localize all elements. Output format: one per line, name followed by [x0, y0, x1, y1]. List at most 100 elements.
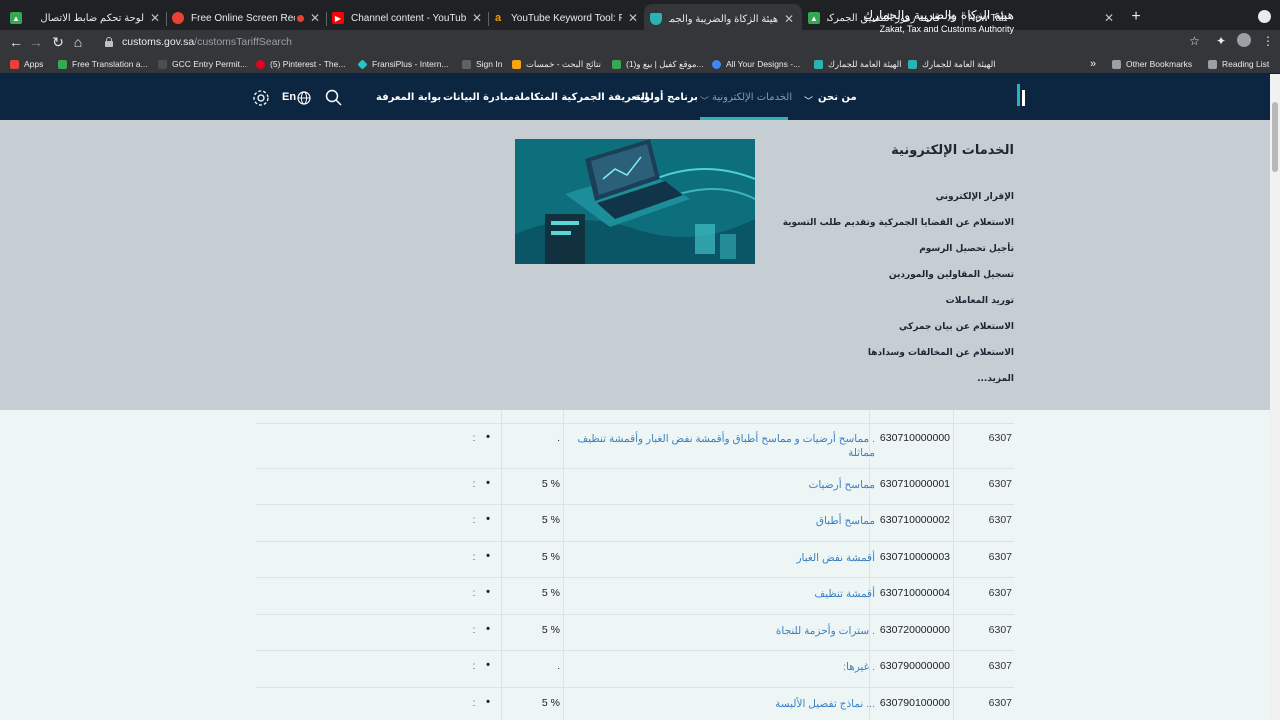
- tab-2[interactable]: Free Online Screen Record... ✕: [172, 6, 322, 30]
- hs-code-cell: 630710000003: [879, 551, 950, 563]
- bookmark-item[interactable]: Sign In: [462, 57, 502, 71]
- mega-link-contractor-registration[interactable]: تسجيل المقاولين والموردين: [889, 270, 1014, 280]
- url-path: /customsTariffSearch: [194, 36, 293, 48]
- bookmark-item[interactable]: الهيئة العامة للجمارك: [814, 57, 902, 71]
- close-tab-icon[interactable]: ✕: [626, 11, 640, 25]
- bookmark-label: نتائج البحث - خمسات: [526, 58, 601, 69]
- bookmark-item[interactable]: الهيئة العامة للجمارك: [908, 57, 996, 71]
- procedures-cell: :: [472, 624, 476, 636]
- mega-link-transactions[interactable]: توريد المعاملات: [946, 296, 1014, 306]
- mega-link-violations[interactable]: الاستعلام عن المخالفات وسدادها: [868, 348, 1014, 358]
- bullet-marker: •: [486, 659, 490, 671]
- bookmark-label: Reading List: [1222, 59, 1270, 69]
- close-tab-icon[interactable]: ✕: [782, 12, 796, 26]
- mega-link-declaration-inquiry[interactable]: الاستعلام عن بيان جمركي: [899, 322, 1014, 332]
- row-divider: [256, 650, 1014, 651]
- profile-icon[interactable]: [1258, 10, 1271, 23]
- new-tab-button[interactable]: +: [1128, 8, 1144, 26]
- mega-link-e-declaration[interactable]: الإقرار الإلكتروني: [936, 192, 1014, 202]
- bookmark-favicon-icon: [158, 59, 167, 69]
- url-host: customs.gov.sa: [122, 36, 195, 48]
- other-bookmarks-folder[interactable]: Other Bookmarks: [1112, 57, 1192, 71]
- hs-code-cell: 630710000000: [879, 432, 950, 444]
- bookmark-item[interactable]: (1)موقع كفيل | بيع و...: [612, 57, 704, 71]
- bookmark-label: (1)موقع كفيل | بيع و...: [626, 58, 704, 69]
- description-link[interactable]: . غيرها:: [843, 660, 875, 674]
- bookmark-item[interactable]: نتائج البحث - خمسات: [512, 57, 601, 71]
- menu-kebab-icon[interactable]: ⋮: [1262, 34, 1274, 48]
- row-divider: [256, 504, 1014, 505]
- bookmark-apps[interactable]: Apps: [10, 57, 43, 71]
- heading-cell: 6307: [988, 514, 1012, 526]
- forward-arrow-icon[interactable]: →: [26, 32, 46, 52]
- tab-title: YouTube Keyword Tool: Find Yo...: [511, 12, 622, 24]
- nav-knowledge-portal[interactable]: بوابة المعرفة: [376, 92, 441, 103]
- reading-list-button[interactable]: Reading List: [1208, 57, 1269, 71]
- bookmarks-overflow-button[interactable]: »: [1090, 57, 1096, 71]
- nav-about[interactable]: من نحن: [818, 92, 857, 103]
- description-link[interactable]: أقمشة تنظيف: [814, 587, 875, 601]
- close-tab-icon[interactable]: ✕: [148, 11, 162, 25]
- duty-rate-cell: 5 %: [541, 587, 560, 599]
- hs-code-cell: 630710000001: [879, 478, 950, 490]
- bookmark-item[interactable]: (5) Pinterest - The...: [256, 57, 345, 71]
- tab-1[interactable]: ▲ لوحة تحكم ضابط الاتصال ✕: [10, 6, 162, 30]
- youtube-icon: ▶: [332, 12, 344, 24]
- procedures-cell: :: [472, 551, 476, 563]
- nav-eservices[interactable]: الخدمات الإلكترونية: [712, 92, 792, 103]
- avatar[interactable]: [1237, 33, 1251, 47]
- tab-3[interactable]: ▶ Channel content - YouTube Stu... ✕: [332, 6, 484, 30]
- bookmark-favicon-icon: [58, 59, 67, 69]
- close-tab-icon[interactable]: ✕: [1102, 11, 1116, 25]
- close-tab-icon[interactable]: ✕: [470, 11, 484, 25]
- mega-link-more[interactable]: المزيد...: [977, 374, 1014, 384]
- reload-icon[interactable]: ↻: [48, 32, 68, 52]
- heading-cell: 6307: [988, 624, 1012, 636]
- address-bar[interactable]: customs.gov.sa/customsTariffSearch: [96, 31, 1210, 53]
- mega-link-defer-fees[interactable]: تأجيل تحصيل الرسوم: [919, 244, 1014, 254]
- tab-4[interactable]: a YouTube Keyword Tool: Find Yo... ✕: [492, 6, 640, 30]
- description-link[interactable]: . مماسح أرضيات و مماسح أطباق وأقمشة نفض …: [575, 432, 875, 460]
- bookmarks-bar: Apps Free Translation a... GCC Entry Per…: [0, 54, 1280, 74]
- close-tab-icon[interactable]: ✕: [308, 11, 322, 25]
- bullet-marker: •: [486, 513, 490, 525]
- column-divider: [563, 410, 564, 720]
- language-switch[interactable]: En: [282, 91, 296, 103]
- bookmark-item[interactable]: All Your Designs -...: [712, 57, 800, 71]
- nav-data-initiative[interactable]: مبادرة البيانات: [443, 92, 514, 103]
- bookmark-item[interactable]: FransiPlus - Intern...: [357, 57, 449, 71]
- description-link[interactable]: أقمشة نفض الغبار: [796, 551, 875, 565]
- hs-code-cell: 630790000000: [879, 660, 950, 672]
- scrollbar-thumb[interactable]: [1272, 102, 1278, 172]
- duty-rate-cell: 5 %: [541, 624, 560, 636]
- site-logo[interactable]: هيئة الزكاة والضريبة والجمارك Zakat, Tax…: [863, 8, 1014, 35]
- tab-favicon-icon: [172, 12, 184, 24]
- folder-icon: [1112, 59, 1121, 69]
- nav-label: مبادرة البيانات: [443, 92, 514, 103]
- nav-label: التعريفة الجمركية المتكاملة: [514, 92, 649, 103]
- bookmark-item[interactable]: Free Translation a...: [58, 57, 148, 71]
- procedures-cell: :: [472, 587, 476, 599]
- description-link[interactable]: مماسح أطباق: [816, 514, 875, 528]
- home-icon[interactable]: ⌂: [68, 32, 88, 52]
- row-divider: [256, 614, 1014, 615]
- bookmark-label: Other Bookmarks: [1126, 59, 1193, 69]
- nav-integrated-tariff[interactable]: التعريفة الجمركية المتكاملة: [514, 92, 648, 103]
- tab-divider: [166, 12, 167, 26]
- search-icon[interactable]: [325, 89, 342, 106]
- back-arrow-icon[interactable]: ←: [6, 32, 26, 52]
- duty-rate-cell: 5 %: [541, 514, 560, 526]
- heading-cell: 6307: [988, 660, 1012, 672]
- extensions-icon[interactable]: ✦: [1216, 34, 1226, 48]
- gear-icon[interactable]: [252, 89, 270, 107]
- nav-label: بوابة المعرفة: [376, 92, 442, 103]
- description-link[interactable]: مماسح أرضيات: [808, 478, 875, 492]
- mega-link-customs-cases[interactable]: الاستعلام عن القضايا الجمركية وتقديم طلب…: [783, 218, 1014, 228]
- description-link[interactable]: ... نماذج تفصيل الألبسة: [775, 697, 875, 711]
- description-link[interactable]: . سترات وأحزمة للنجاة: [776, 624, 875, 638]
- brand-name-english: Zakat, Tax and Customs Authority: [879, 24, 1014, 34]
- bookmark-item[interactable]: GCC Entry Permit...: [158, 57, 247, 71]
- globe-icon[interactable]: [297, 91, 311, 105]
- bookmark-star-icon[interactable]: ☆: [1189, 34, 1200, 48]
- bookmark-label: الهيئة العامة للجمارك: [828, 58, 902, 69]
